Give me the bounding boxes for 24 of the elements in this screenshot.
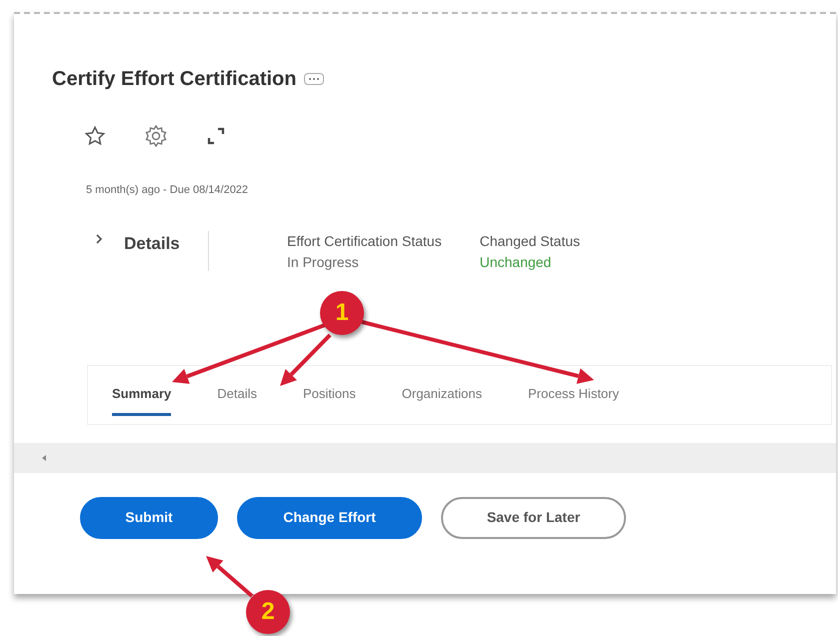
primary-button[interactable]: Submit [80,496,218,538]
more-button[interactable] [304,73,324,85]
callout-number: 2 [246,590,290,634]
field-value: Unchanged [480,252,552,272]
scrollbar[interactable] [14,442,836,472]
chevron-icon[interactable] [94,232,104,244]
tab[interactable]: Process History [528,384,619,416]
arrow [206,556,254,598]
due-date-text: 5 month(s) ago - Due 08/14/2022 [86,183,250,198]
tab[interactable]: Positions [303,384,356,416]
expand-icon[interactable] [206,126,226,146]
settings-icon[interactable] [144,124,168,148]
tab[interactable]: Details [217,384,257,416]
star-icon[interactable] [84,125,106,147]
details-heading: Details [124,232,181,254]
field-value: In Progress [287,252,360,272]
tab[interactable]: Summary [112,384,172,416]
primary-button[interactable]: Change Effort [237,496,422,538]
field-label: Changed Status [480,232,580,251]
tab[interactable]: Organizations [402,384,482,416]
field-label: Effort Certification Status [287,232,442,250]
scroll-left-icon[interactable] [42,454,47,460]
page-title: Certify Effort Certification [52,67,296,92]
secondary-button[interactable]: Save for Later [441,496,626,538]
